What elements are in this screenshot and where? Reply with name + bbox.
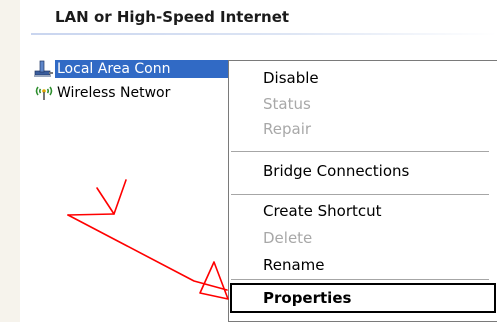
- menu-item-bridge-connections[interactable]: Bridge Connections: [263, 160, 409, 182]
- group-header: LAN or High-Speed Internet: [55, 8, 290, 26]
- network-connections-window: LAN or High-Speed Internet Local Area Co…: [0, 0, 497, 322]
- menu-separator: [231, 151, 489, 152]
- menu-item-delete: Delete: [263, 229, 313, 247]
- task-pane-edge: [0, 0, 20, 322]
- menu-item-rename[interactable]: Rename: [263, 254, 325, 276]
- menu-separator: [231, 279, 489, 280]
- network-cable-icon: [34, 60, 53, 77]
- menu-item-repair: Repair: [263, 120, 312, 138]
- menu-item-properties[interactable]: Properties: [263, 287, 351, 309]
- menu-item-disable[interactable]: Disable: [263, 67, 319, 89]
- wireless-signal-icon: [35, 86, 53, 100]
- menu-separator: [231, 194, 489, 195]
- menu-item-create-shortcut[interactable]: Create Shortcut: [263, 200, 382, 222]
- menu-item-status: Status: [263, 95, 311, 113]
- context-menu: Disable Status Repair Bridge Connections…: [228, 60, 497, 322]
- group-header-divider: [31, 33, 497, 35]
- connection-label: Wireless Networ: [57, 85, 171, 101]
